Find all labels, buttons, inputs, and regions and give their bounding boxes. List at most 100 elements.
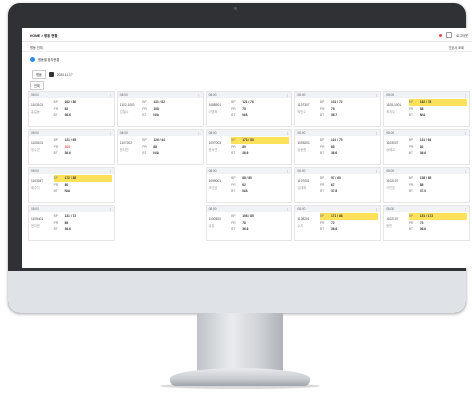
card-menu-icon[interactable]: ⋮ [375, 207, 378, 211]
card-time: 08:00 [208, 207, 217, 211]
vital-label: PR [408, 220, 414, 225]
card-menu-icon[interactable]: ⋮ [286, 169, 289, 173]
vital-value: 97 / 60 [331, 176, 341, 181]
patient-card[interactable]: 08:00 ⋮ 1095201 강동원 BP 121 / 70 PR 85 BT 36.6 [294, 129, 382, 165]
card-menu-icon[interactable]: ⋮ [464, 207, 467, 211]
top-right-tools: 로그아웃 [439, 32, 468, 38]
patient-card[interactable]: 08:00 ⋮ 1105101 정수진 BP 121 / 65 PR 103 BT 36.6 [28, 129, 115, 165]
patient-name: 송혜교 [386, 148, 395, 152]
card-menu-icon[interactable]: ⋮ [109, 207, 112, 211]
patient-name: 공유 [208, 224, 215, 228]
patient-card[interactable]: 08:00 ⋮ 1100503 공유 BP 108 / 85 PR 78 BT 36.6 [205, 205, 293, 241]
patient-card[interactable]: 08:00 ⋮ 1097003 윤서연 BP 173 / 88 PR 89 BT 36.6 [205, 129, 293, 165]
vital-label: BT [320, 189, 325, 194]
vital-value: 88 [153, 144, 157, 149]
vital-label: BT [53, 189, 58, 194]
card-menu-icon[interactable]: ⋮ [375, 131, 378, 135]
patient-card[interactable]: 08:00 ⋮ 1099001 조인성 BP 88 / 60 PR 62 BT N/A [205, 167, 293, 203]
vital-value: 103 [64, 144, 70, 149]
date-value[interactable]: 2020.11.17 [57, 73, 73, 77]
nurse-search[interactable]: 간호사 조회 [448, 45, 464, 50]
room-number: 1102107 [386, 179, 399, 183]
vital-value: 85 [331, 144, 335, 149]
logout-link[interactable]: 로그아웃 [456, 33, 468, 38]
vital-label: PR [408, 144, 414, 149]
patient-name: 현빈 [386, 224, 393, 228]
vital-label: BP [408, 138, 414, 143]
card-menu-icon[interactable]: ⋮ [464, 169, 467, 173]
card-menu-icon[interactable]: ⋮ [375, 93, 378, 97]
vital-label: BP [142, 100, 147, 105]
vital-label: PR [231, 182, 236, 187]
vital-value: 67 [331, 182, 335, 187]
patient-card[interactable]: 08:00 ⋮ 1105-1001 최지우 BP 162 / 78 PR 88 BT N/A [383, 91, 470, 127]
card-menu-icon[interactable]: ⋮ [286, 93, 289, 97]
vital-label: PR [320, 106, 325, 111]
patient-card[interactable]: 08:00 ⋮ 1103101 홍길동 BP 162 / 80 PR 82 BT 36.6 [28, 91, 115, 127]
app-screen: HOME > 병동 현황 로그아웃 병동 전체 간호사 조회 병동별 환자현황 … [22, 28, 472, 268]
patient-card[interactable]: 08:00 ⋮ 1105401 전지현 BP 131 / 72 PR 85 BT 36.6 [28, 205, 115, 241]
settings-icon[interactable] [446, 32, 453, 38]
room-number: 1099001 [208, 179, 222, 183]
vital-value: 121 / 70 [331, 138, 343, 143]
tab-all[interactable]: 전체 [30, 81, 44, 90]
card-time: 08:00 [208, 93, 217, 97]
patient-card[interactable]: 08:00 ⋮ 1103007 송혜교 BP 131 / 64 PR 82 BT 36.6 [383, 129, 470, 165]
patient-name: 홍길동 [31, 110, 40, 114]
patient-name: 강동원 [297, 148, 307, 152]
patient-card[interactable]: 08:00 ⋮ 1102-1001 김철수 BP 131 / 82 PR 108 BT N/A [116, 91, 204, 127]
vital-value: N/A [153, 113, 159, 118]
card-menu-icon[interactable]: ⋮ [286, 207, 289, 211]
card-menu-icon[interactable]: ⋮ [109, 131, 112, 135]
card-menu-icon[interactable]: ⋮ [109, 93, 112, 97]
patient-grid: 08:00 ⋮ 1103101 홍길동 BP 162 / 80 PR 82 BT 36.6 08:0… [28, 91, 470, 241]
vital-row: BT 36.6 [231, 226, 289, 233]
vital-value: 36.7 [331, 113, 338, 118]
vital-label: BP [142, 138, 147, 143]
vital-label: BT [231, 151, 236, 156]
card-menu-icon[interactable]: ⋮ [464, 93, 467, 97]
vital-value: 36.6 [64, 151, 71, 156]
patient-card[interactable]: 08:00 ⋮ 1108201 수지 BP 171 / 88 PR 72 BT 36.6 [294, 205, 382, 241]
patient-card[interactable]: 08:00 ⋮ 1107001 김태희 BP 97 / 60 PR 67 BT 37.8 [294, 167, 382, 203]
room-number: 1103047 [31, 179, 44, 183]
patient-card [116, 205, 204, 241]
patient-card[interactable]: 08:00 ⋮ 1102107 이민호 BP 138 / 85 PR 88 BT 37.0 [383, 167, 470, 203]
vital-row: BT 36.6 [320, 226, 378, 233]
vital-label: BT [142, 151, 147, 156]
vital-value: 75 [331, 106, 335, 111]
section-icon [30, 57, 35, 62]
vital-value: 85 [64, 220, 69, 225]
card-time: 08:00 [297, 169, 306, 173]
patient-card[interactable]: 08:00 ⋮ 1103047 배수지 BP 172 / 88 PR 80 BT N/A [28, 167, 115, 203]
vital-value: 88 [419, 182, 424, 187]
room-number: 1105101 [31, 141, 44, 145]
card-menu-icon[interactable]: ⋮ [286, 131, 289, 135]
vital-row: BT N/A [142, 112, 200, 119]
patient-name: 박민수 [297, 110, 307, 114]
vital-label: BT [142, 113, 147, 118]
card-menu-icon[interactable]: ⋮ [375, 169, 378, 173]
ward-filter[interactable]: 병동 [32, 70, 46, 79]
room-number: 1108201 [297, 217, 310, 221]
calendar-icon[interactable] [48, 72, 54, 77]
card-menu-icon[interactable]: ⋮ [109, 169, 112, 173]
ward-select[interactable]: 병동 전체 [30, 45, 43, 50]
card-menu-icon[interactable]: ⋮ [197, 93, 200, 97]
vital-value: 82 [419, 144, 424, 149]
patient-card[interactable]: 08:00 ⋮ 1102107 현빈 BP 151 / 172 PR 73 BT 36.6 [383, 205, 470, 241]
room-number: 1100503 [208, 217, 221, 221]
patient-card[interactable]: 08:00 ⋮ 1107307 박민수 BP 131 / 72 PR 75 BT 36.7 [294, 91, 382, 127]
vital-value: 78 [242, 220, 246, 225]
vital-label: BT [320, 151, 325, 156]
monitor-frame: HOME > 병동 현황 로그아웃 병동 전체 간호사 조회 병동별 환자현황 … [8, 3, 472, 313]
patient-card[interactable]: 08:00 ⋮ 1107202 한지민 BP 126 / 44 PR 88 BT N/A [116, 129, 204, 165]
patient-name: 이영희 [208, 110, 218, 114]
vital-value: 88 / 60 [242, 176, 252, 181]
vital-value: 72 [331, 220, 335, 225]
card-menu-icon[interactable]: ⋮ [464, 131, 467, 135]
patient-card[interactable]: 08:00 ⋮ 1088901 이영희 BP 121 / 76 PR 75 BT N/A [205, 91, 293, 127]
notification-icon[interactable] [439, 33, 443, 37]
card-menu-icon[interactable]: ⋮ [197, 131, 200, 135]
vital-value: 36.6 [242, 227, 249, 232]
